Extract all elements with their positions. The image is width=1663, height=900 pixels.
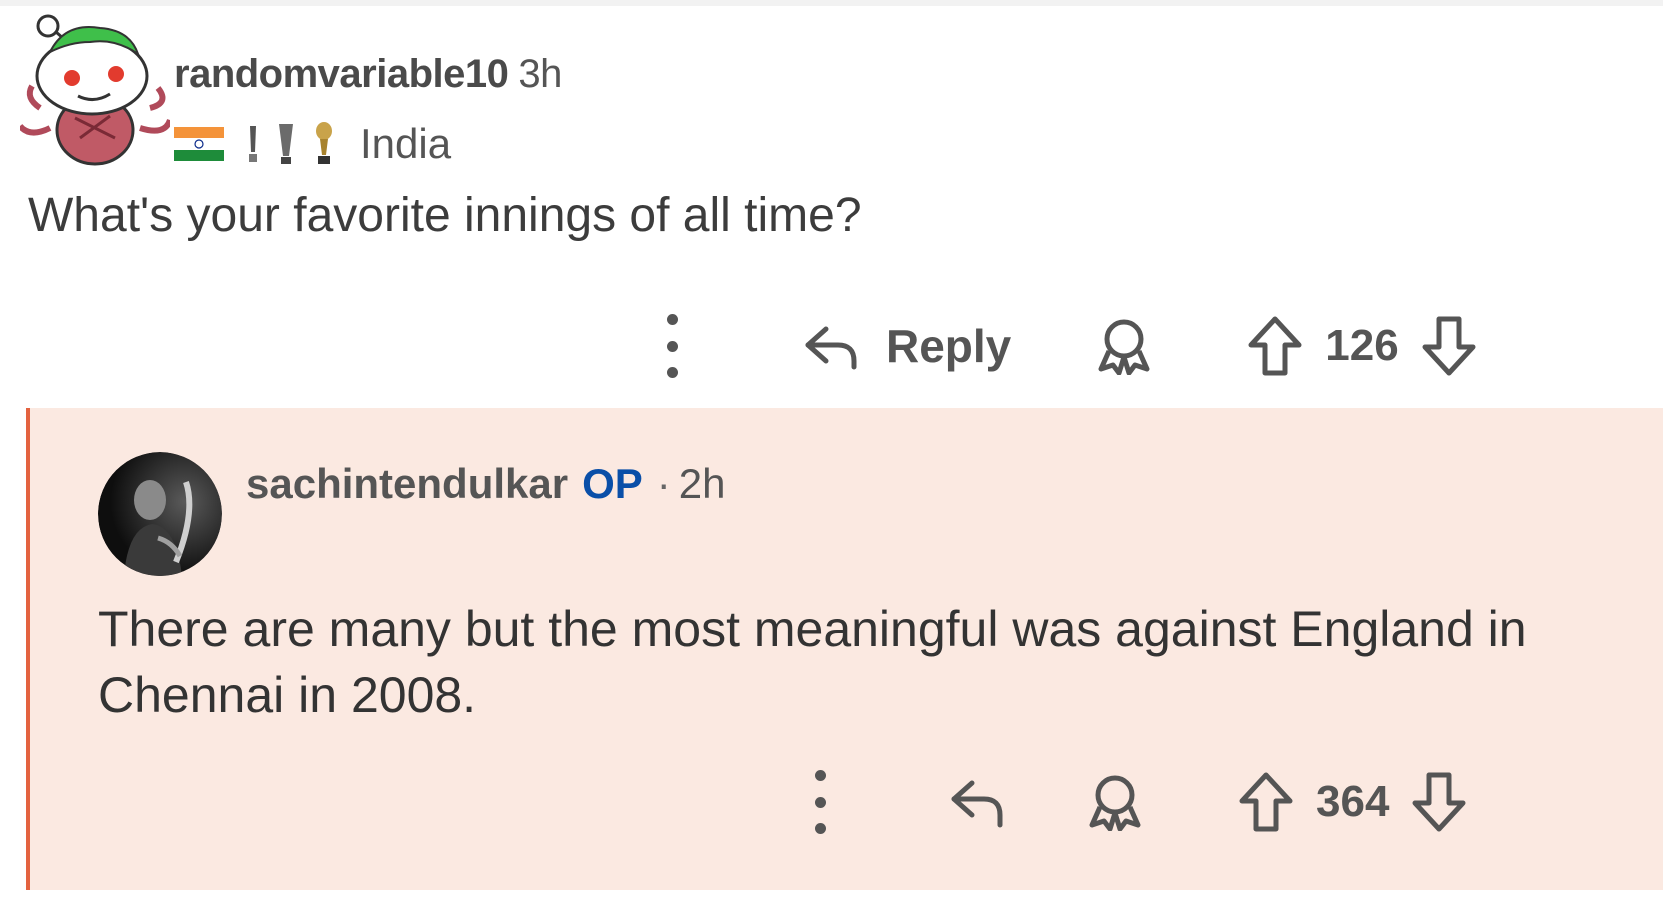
downvote-arrow-icon [1412, 772, 1466, 832]
comment-actions: Reply 126 [662, 306, 1482, 386]
op-badge: OP [582, 460, 643, 507]
reply-arrow-icon [805, 326, 857, 370]
vote-count: 364 [1316, 777, 1390, 826]
trophy-icon [249, 126, 257, 162]
award-icon [1098, 319, 1150, 375]
downvote-button[interactable] [1411, 771, 1467, 833]
comment-author[interactable]: randomvariable10 3h [174, 52, 562, 97]
user-avatar[interactable] [20, 8, 170, 168]
reply-button[interactable]: Reply [800, 319, 1011, 373]
india-flag-icon [174, 127, 224, 161]
award-button[interactable] [1095, 317, 1153, 375]
reply-label: Reply [886, 320, 1012, 372]
trophy-icon [279, 124, 293, 164]
reply-button[interactable] [946, 775, 1006, 829]
username[interactable]: sachintendulkar [246, 460, 568, 507]
trophy-icon [316, 122, 332, 164]
username[interactable]: randomvariable10 [174, 52, 509, 96]
upvote-arrow-icon [1248, 316, 1302, 376]
user-flair: India [174, 120, 451, 168]
award-icon [1089, 775, 1141, 831]
comment-actions: 364 [810, 762, 1490, 842]
comment-author[interactable]: sachintendulkar OP · 2h [246, 460, 726, 508]
comment-body: There are many but the most meaningful w… [98, 601, 1527, 723]
comment-time: 2h [678, 460, 726, 507]
vote-count: 126 [1325, 321, 1399, 370]
award-button[interactable] [1086, 773, 1144, 831]
downvote-button[interactable] [1421, 315, 1477, 377]
comment-time: 3h [518, 52, 562, 96]
more-options-icon[interactable] [662, 314, 682, 378]
user-avatar[interactable] [98, 452, 222, 576]
reply-arrow-icon [951, 780, 1003, 828]
divider [0, 0, 1663, 6]
flair-label: India [360, 120, 452, 167]
upvote-button[interactable] [1247, 315, 1303, 377]
comment-body: What's your favorite innings of all time… [28, 189, 862, 242]
downvote-arrow-icon [1422, 316, 1476, 376]
upvote-button[interactable] [1238, 771, 1294, 833]
separator: · [656, 460, 671, 507]
comment-thread: randomvariable10 3h India What's your fav… [0, 0, 1663, 900]
upvote-arrow-icon [1239, 772, 1293, 832]
more-options-icon[interactable] [810, 770, 830, 834]
